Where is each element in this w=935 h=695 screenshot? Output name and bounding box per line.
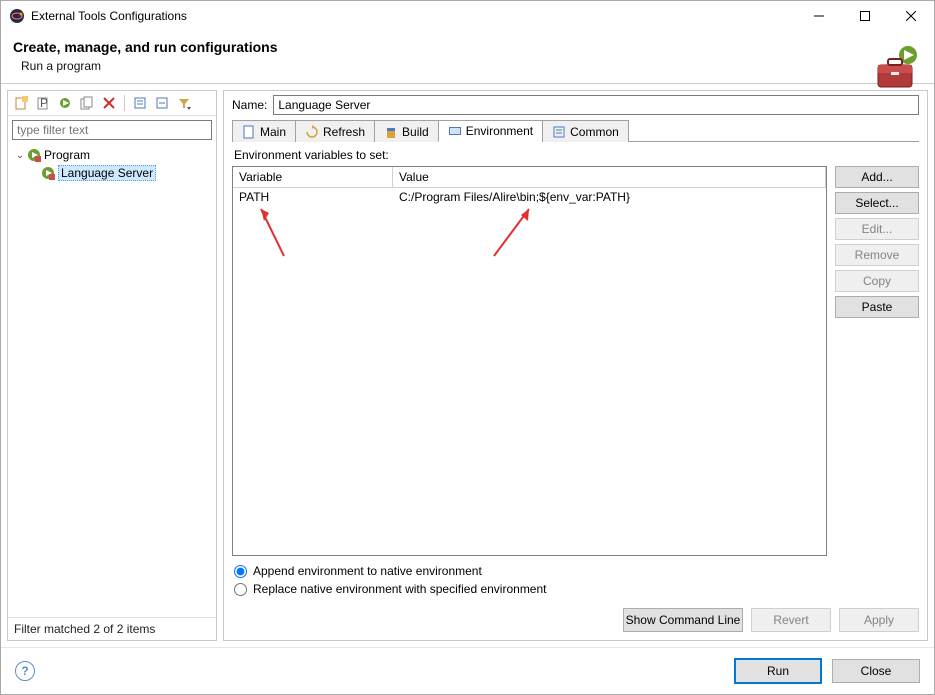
- col-value[interactable]: Value: [393, 167, 826, 188]
- add-button[interactable]: Add...: [835, 166, 919, 188]
- help-icon[interactable]: ?: [15, 661, 35, 681]
- radio-append[interactable]: Append environment to native environment: [234, 564, 917, 578]
- duplicate-icon[interactable]: [78, 94, 96, 112]
- tab-label: Common: [570, 125, 619, 139]
- left-panel: P ⌄ Program Language Server Filter match…: [7, 90, 217, 641]
- environment-tab-icon: [448, 124, 462, 138]
- env-row: Variable Value PATH C:/Program Files/Ali…: [232, 166, 919, 556]
- eclipse-icon: [9, 8, 25, 24]
- filter-dropdown-icon[interactable]: [175, 94, 193, 112]
- tab-main[interactable]: Main: [232, 120, 296, 142]
- name-input[interactable]: [273, 95, 919, 115]
- config-bottom-buttons: Show Command Line Revert Apply: [232, 600, 919, 632]
- close-dialog-button[interactable]: Close: [832, 659, 920, 683]
- filter-row: [12, 120, 212, 140]
- header-subtitle: Run a program: [21, 59, 922, 73]
- main-tab-icon: [242, 125, 256, 139]
- revert-button[interactable]: Revert: [751, 608, 831, 632]
- tab-label: Environment: [466, 124, 533, 138]
- tree-node-label: Program: [44, 148, 90, 162]
- minimize-button[interactable]: [796, 1, 842, 31]
- export-icon[interactable]: [56, 94, 74, 112]
- tree-node-label: Language Server: [58, 165, 156, 181]
- run-button[interactable]: Run: [734, 658, 822, 684]
- show-command-line-button[interactable]: Show Command Line: [623, 608, 743, 632]
- new-config-icon[interactable]: [12, 94, 30, 112]
- delete-icon[interactable]: [100, 94, 118, 112]
- radio-append-input[interactable]: [234, 565, 247, 578]
- tab-common[interactable]: Common: [542, 120, 629, 142]
- tab-label: Main: [260, 125, 286, 139]
- env-buttons: Add... Select... Edit... Remove Copy Pas…: [835, 166, 919, 556]
- config-tree[interactable]: ⌄ Program Language Server: [8, 144, 216, 617]
- run-toolbox-icon: [872, 45, 920, 93]
- radio-replace-input[interactable]: [234, 583, 247, 596]
- env-vars-label: Environment variables to set:: [234, 148, 919, 162]
- table-row[interactable]: PATH C:/Program Files/Alire\bin;${env_va…: [233, 188, 826, 206]
- window-controls: [796, 1, 934, 31]
- copy-button[interactable]: Copy: [835, 270, 919, 292]
- new-prototype-icon[interactable]: P: [34, 94, 52, 112]
- filter-status: Filter matched 2 of 2 items: [8, 617, 216, 640]
- tab-label: Refresh: [323, 125, 365, 139]
- remove-button[interactable]: Remove: [835, 244, 919, 266]
- tab-environment[interactable]: Environment: [438, 120, 543, 142]
- close-button[interactable]: [888, 1, 934, 31]
- cell-value: C:/Program Files/Alire\bin;${env_var:PAT…: [393, 190, 826, 204]
- tree-node-language-server[interactable]: Language Server: [12, 164, 212, 182]
- refresh-tab-icon: [305, 125, 319, 139]
- edit-button[interactable]: Edit...: [835, 218, 919, 240]
- chevron-down-icon[interactable]: ⌄: [14, 150, 26, 161]
- window-title: External Tools Configurations: [31, 9, 796, 23]
- env-table[interactable]: Variable Value PATH C:/Program Files/Ali…: [232, 166, 827, 556]
- maximize-button[interactable]: [842, 1, 888, 31]
- cell-variable: PATH: [233, 190, 393, 204]
- header-title: Create, manage, and run configurations: [13, 39, 922, 55]
- program-icon: [26, 147, 42, 163]
- tab-build[interactable]: Build: [374, 120, 439, 142]
- expand-all-icon[interactable]: [131, 94, 149, 112]
- tabs: Main Refresh Build Environment Common: [232, 119, 919, 142]
- svg-text:P: P: [40, 96, 48, 110]
- dialog-header: Create, manage, and run configurations R…: [1, 31, 934, 84]
- radio-replace[interactable]: Replace native environment with specifie…: [234, 582, 917, 596]
- common-tab-icon: [552, 125, 566, 139]
- left-toolbar: P: [8, 91, 216, 116]
- right-panel: Name: Main Refresh Build Environment: [223, 90, 928, 641]
- env-mode-radios: Append environment to native environment…: [232, 556, 919, 600]
- name-label: Name:: [232, 98, 267, 112]
- dialog-footer: ? Run Close: [1, 647, 934, 694]
- apply-button[interactable]: Apply: [839, 608, 919, 632]
- tab-refresh[interactable]: Refresh: [295, 120, 375, 142]
- tree-node-program[interactable]: ⌄ Program: [12, 146, 212, 164]
- select-button[interactable]: Select...: [835, 192, 919, 214]
- name-row: Name:: [232, 95, 919, 115]
- build-tab-icon: [384, 125, 398, 139]
- collapse-all-icon[interactable]: [153, 94, 171, 112]
- tab-body-environment: Environment variables to set: Variable V…: [232, 142, 919, 600]
- title-bar: External Tools Configurations: [1, 1, 934, 31]
- tab-label: Build: [402, 125, 429, 139]
- paste-button[interactable]: Paste: [835, 296, 919, 318]
- main-area: P ⌄ Program Language Server Filter match…: [1, 84, 934, 647]
- program-icon: [40, 165, 56, 181]
- filter-input[interactable]: [12, 120, 212, 140]
- col-variable[interactable]: Variable: [233, 167, 393, 188]
